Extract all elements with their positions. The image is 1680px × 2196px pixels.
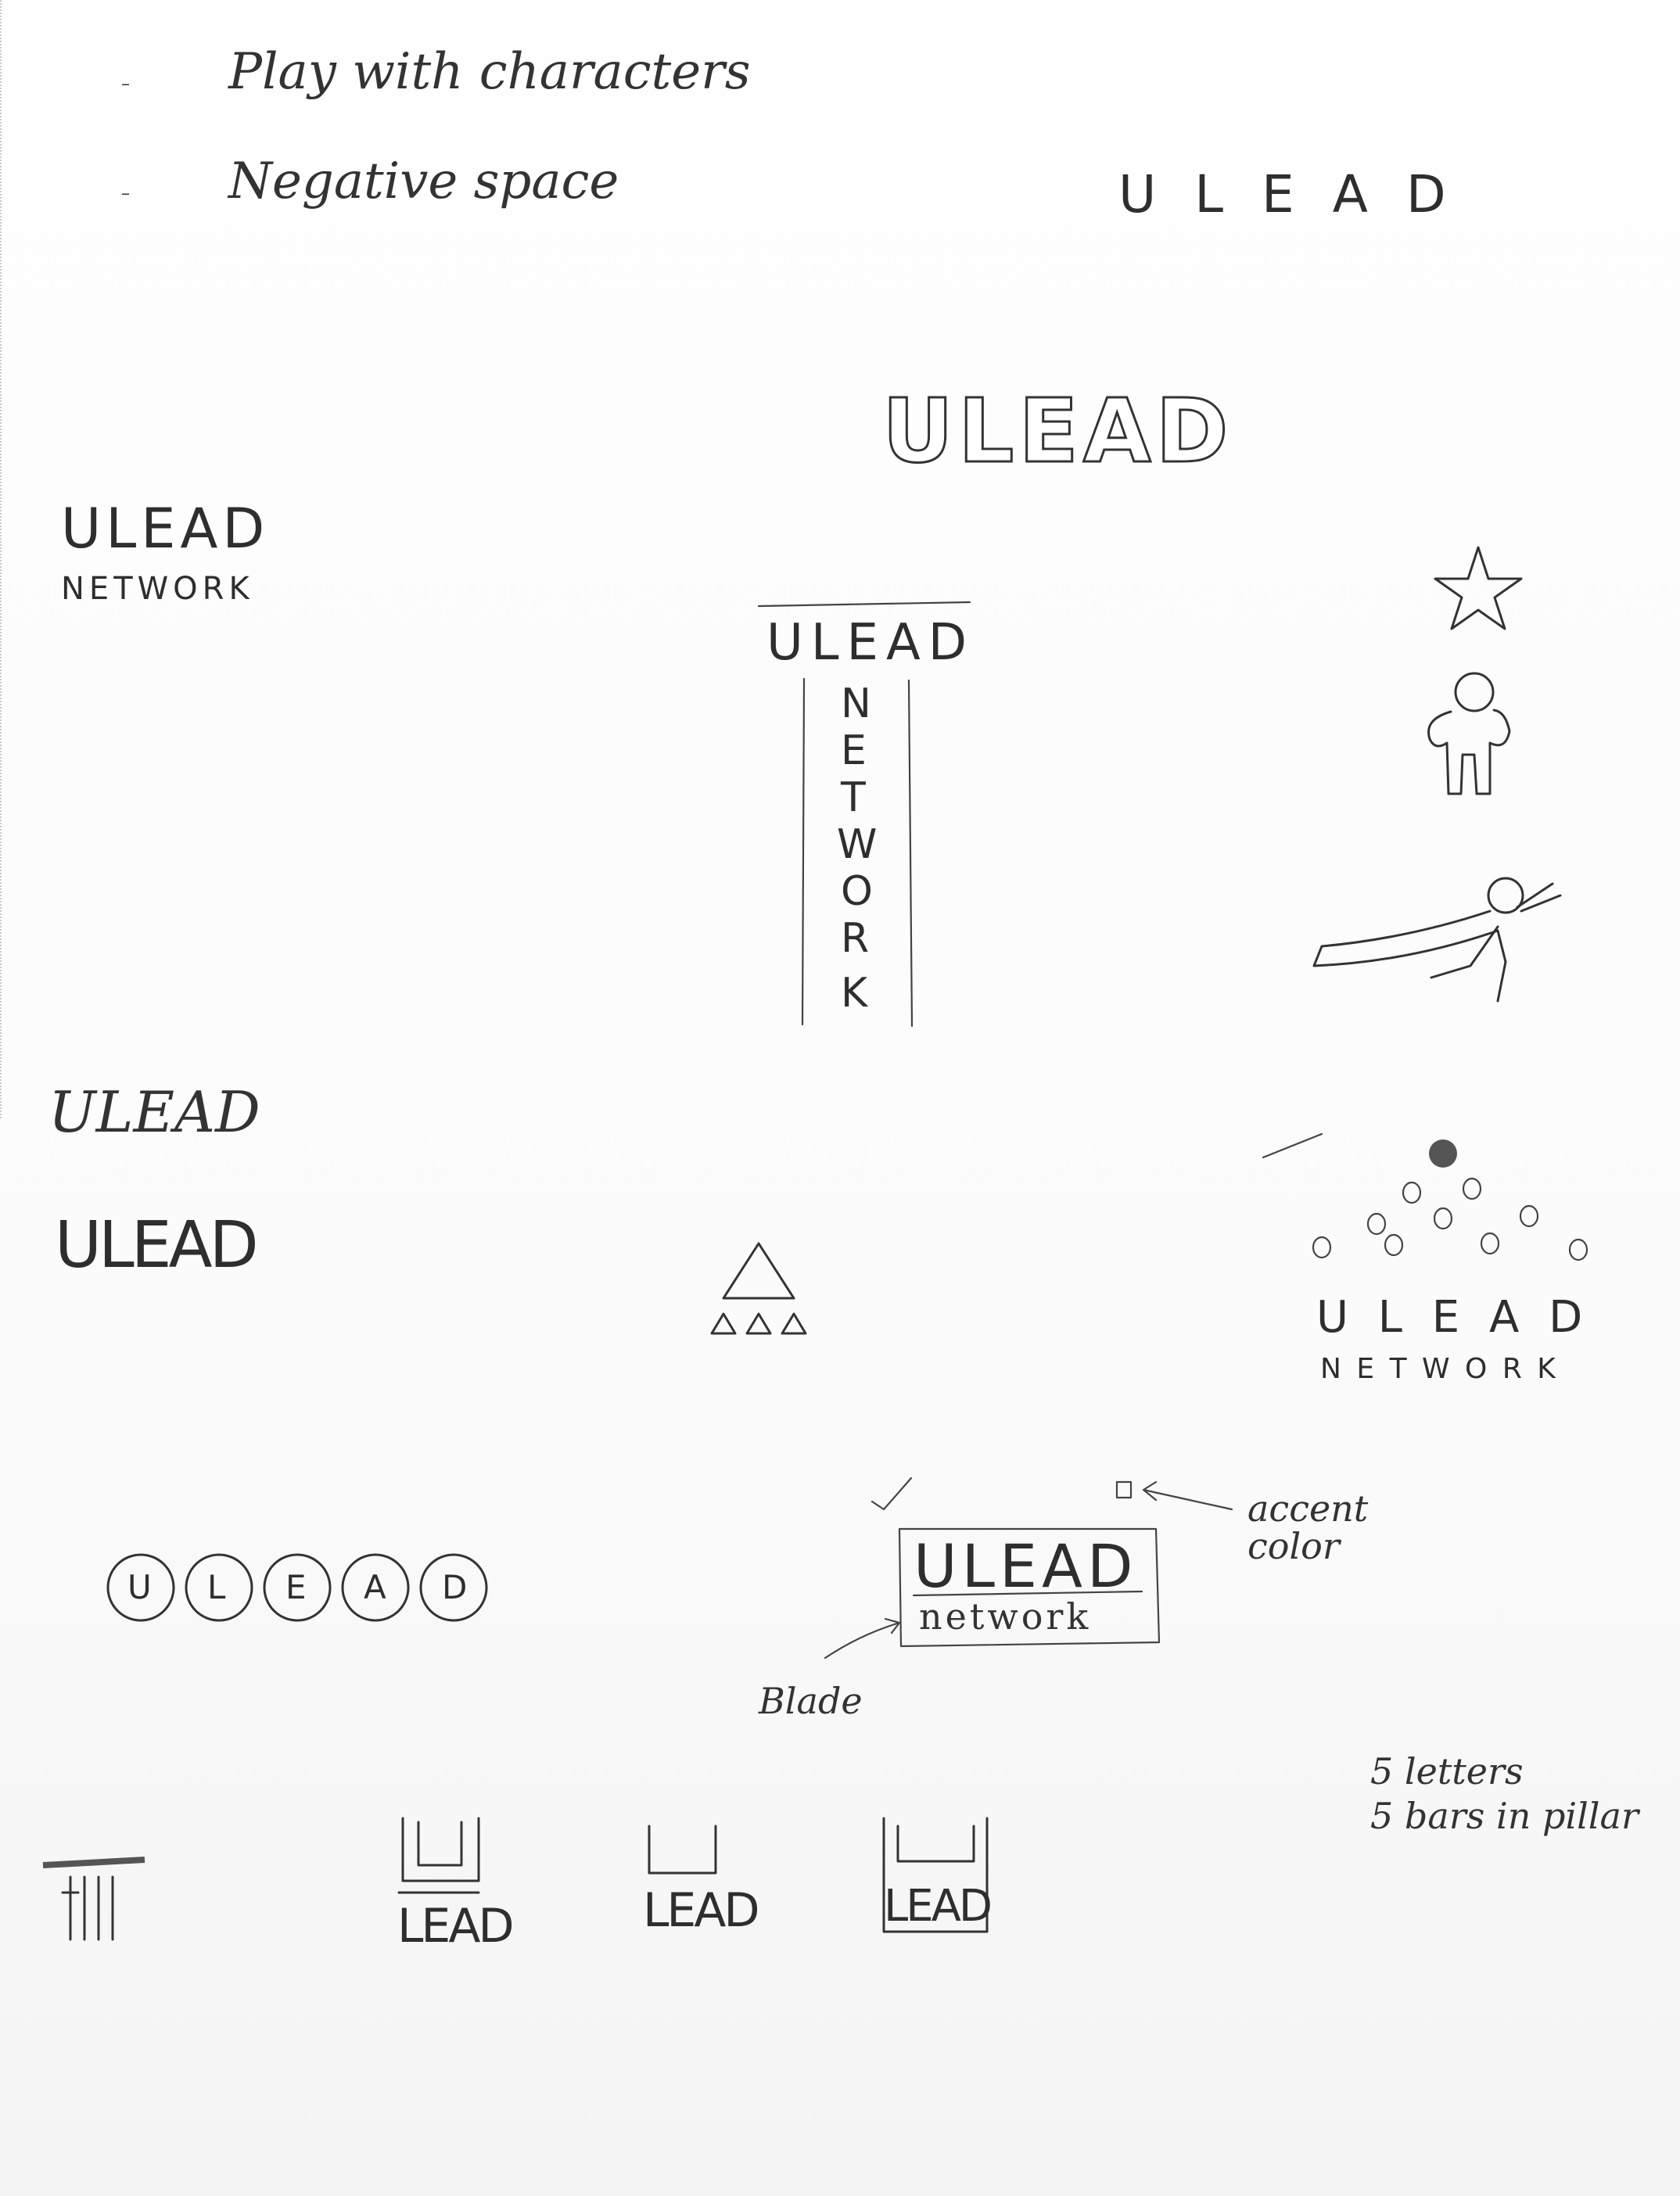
checkmark-icon [871,1477,913,1511]
circle-letter-u: U [127,1568,152,1606]
pillar-glyph-icon [42,1857,145,1941]
box-logo-word: ULEAD [914,1531,1138,1601]
pillar-letter-o: O [841,868,873,915]
stacked-word: ULEAD [61,497,270,561]
dots-triangle-icon [1312,1139,1588,1261]
annotation-accent-color: accent color [1247,1487,1369,1567]
flying-figure-icon [1312,877,1562,1003]
pillar-letter-e: E [841,727,867,774]
standing-figure-icon [1427,672,1511,795]
circle-letter-l: L [207,1568,226,1606]
star-icon [1434,546,1523,630]
pillar-right-line [907,679,914,1028]
pillar-letter-k: K [841,970,868,1017]
circle-letter-d: D [442,1568,468,1606]
circle-letter-a: A [364,1568,386,1606]
box-logo-sub: network [919,1595,1092,1638]
footnote-five-bars: 5 bars in pillar [1370,1795,1639,1837]
annotation-blade: Blade [759,1680,863,1722]
dots-logo-word: U L E A D [1316,1292,1591,1343]
pillar-letter-w: W [837,821,878,868]
sketch-page: – Play with characters – Negative space … [0,0,1680,2196]
stacked-sub: NETWORK [61,571,254,607]
pillar-letter-t: T [841,774,866,821]
pillar-word: ULEAD [766,614,975,672]
pillar-letter-r: R [841,915,870,962]
merged-wordmark: ULEAD [55,1208,259,1283]
u-bracket-icon [648,1825,717,1875]
pillar-letter-n: N [841,680,871,727]
dots-logo-sub: N E T W O R K [1320,1353,1559,1385]
circle-letter-e: E [285,1568,307,1606]
u-bracket-icon [397,1817,480,1894]
checkmark-icon [1262,1132,1323,1159]
bottom-lead-2: LEAD [643,1883,760,1938]
pillar-top-bar [757,601,971,608]
triangle-logo-icon [710,1242,807,1335]
outlined-wordmark: ULEAD [882,381,1233,483]
script-wordmark: ULEAD [48,1079,260,1145]
pillar-left-line [801,677,806,1026]
footnote-five-letters: 5 letters [1370,1750,1524,1792]
bottom-lead-3: LEAD [884,1881,993,1932]
bottom-lead-1: LEAD [397,1899,515,1954]
